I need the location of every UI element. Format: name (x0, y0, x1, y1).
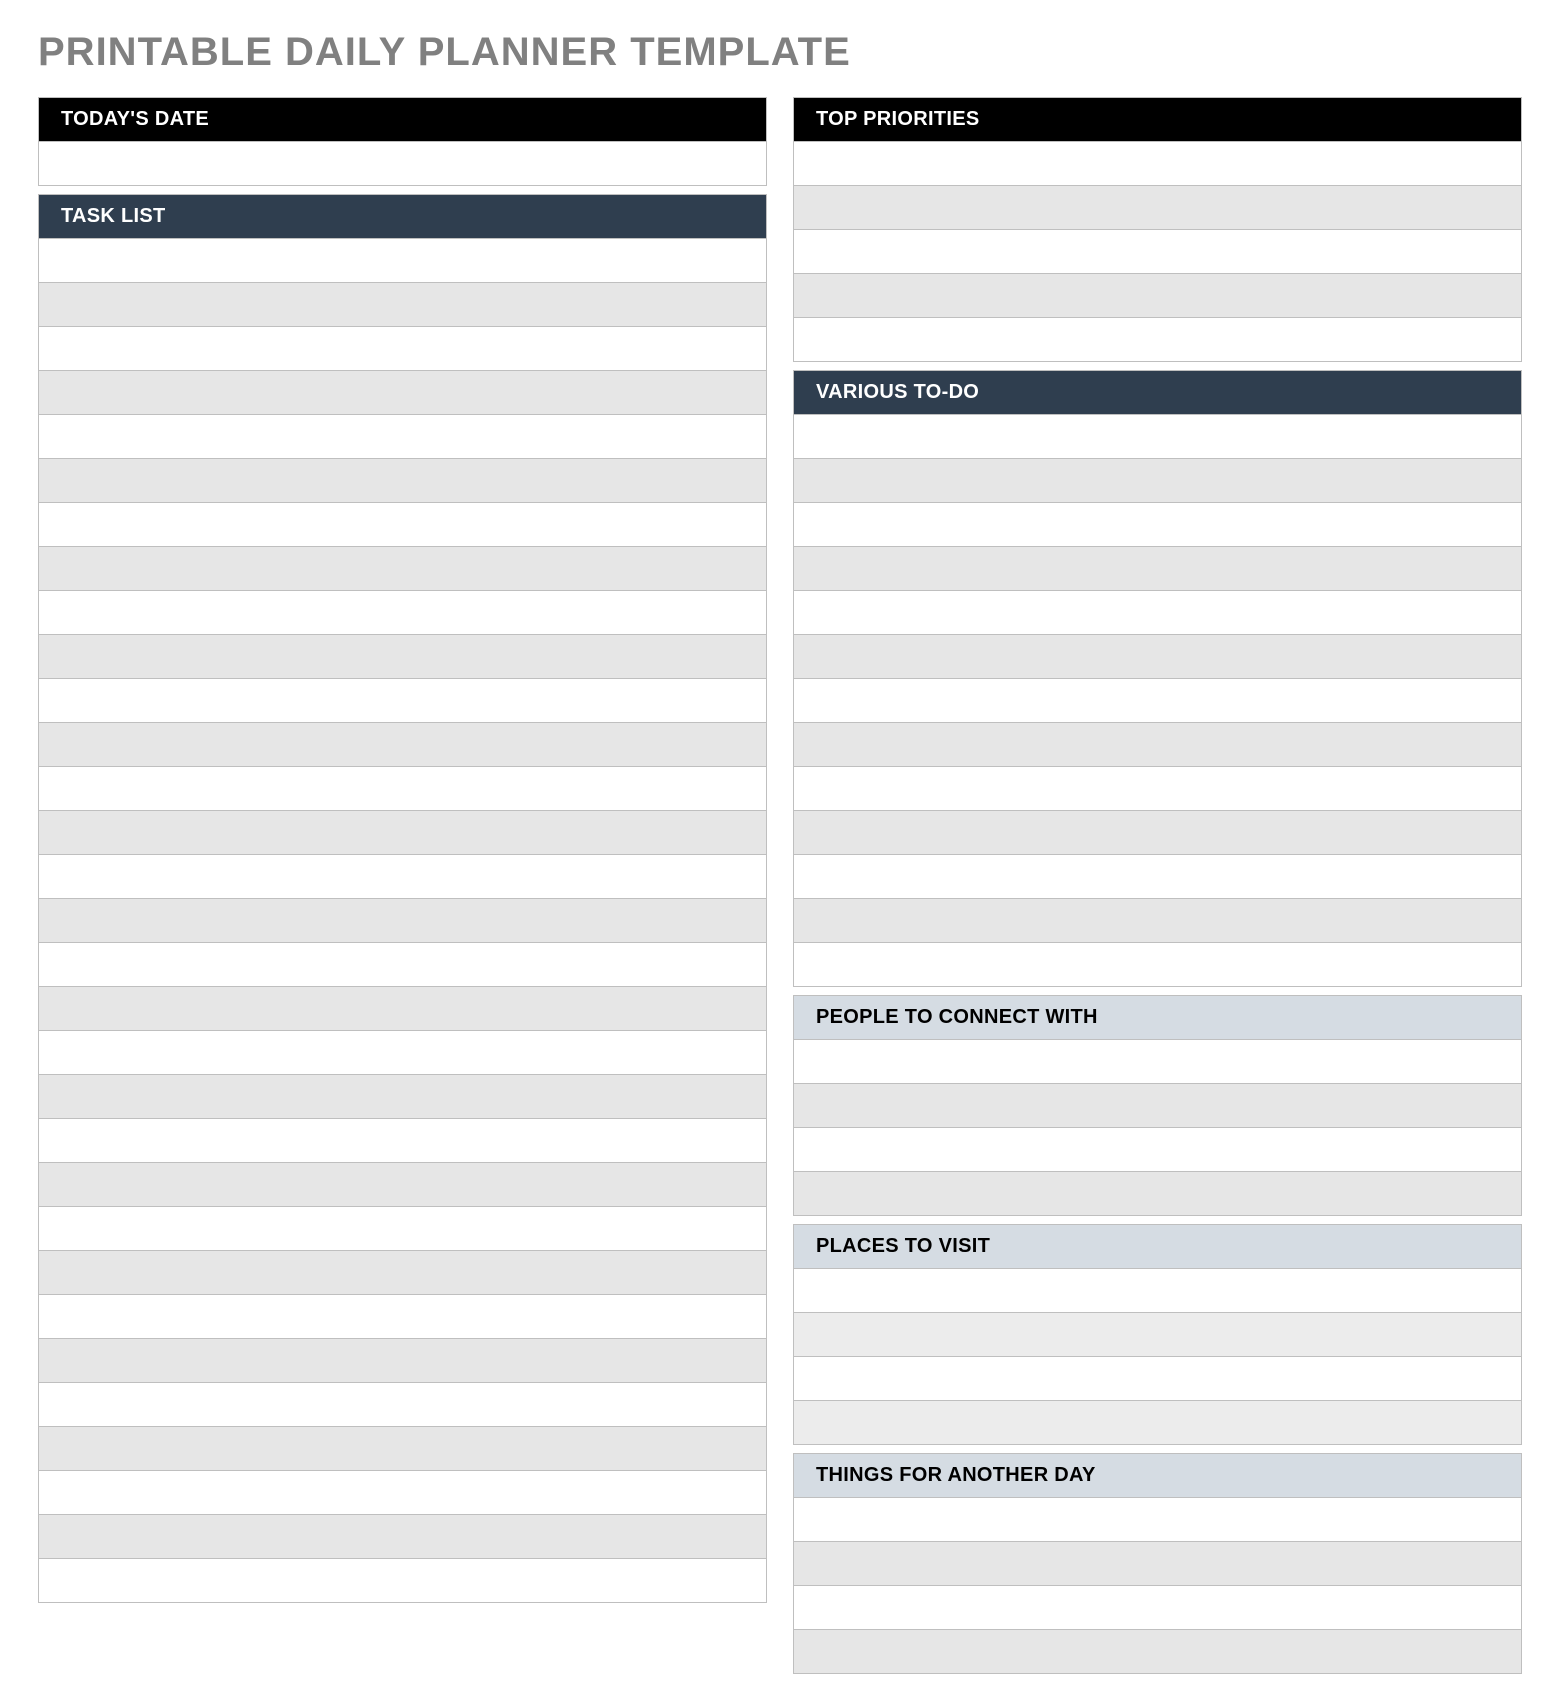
todo-row[interactable] (794, 415, 1521, 459)
todo-row[interactable] (794, 767, 1521, 811)
another-day-row[interactable] (794, 1542, 1521, 1586)
top-priorities-section: TOP PRIORITIES (793, 97, 1522, 362)
task-row[interactable] (39, 371, 766, 415)
people-row[interactable] (794, 1172, 1521, 1216)
task-row[interactable] (39, 943, 766, 987)
various-todo-header: VARIOUS TO-DO (794, 371, 1521, 415)
task-row[interactable] (39, 1119, 766, 1163)
another-day-section: THINGS FOR ANOTHER DAY (793, 1453, 1522, 1674)
task-row[interactable] (39, 1031, 766, 1075)
task-row[interactable] (39, 1383, 766, 1427)
people-row[interactable] (794, 1128, 1521, 1172)
task-list-header: TASK LIST (39, 195, 766, 239)
another-day-row[interactable] (794, 1498, 1521, 1542)
task-row[interactable] (39, 1251, 766, 1295)
another-day-row[interactable] (794, 1630, 1521, 1674)
task-row[interactable] (39, 1207, 766, 1251)
todo-row[interactable] (794, 635, 1521, 679)
todo-row[interactable] (794, 547, 1521, 591)
todo-row[interactable] (794, 679, 1521, 723)
task-row[interactable] (39, 1075, 766, 1119)
places-row[interactable] (794, 1313, 1521, 1357)
places-row[interactable] (794, 1357, 1521, 1401)
todo-row[interactable] (794, 899, 1521, 943)
page-title: PRINTABLE DAILY PLANNER TEMPLATE (38, 30, 1522, 75)
task-row[interactable] (39, 987, 766, 1031)
task-row[interactable] (39, 591, 766, 635)
places-row[interactable] (794, 1269, 1521, 1313)
task-row[interactable] (39, 767, 766, 811)
people-section: PEOPLE TO CONNECT WITH (793, 995, 1522, 1216)
task-list-section: TASK LIST (38, 194, 767, 1603)
todays-date-value[interactable] (39, 142, 766, 186)
task-row[interactable] (39, 547, 766, 591)
todo-row[interactable] (794, 723, 1521, 767)
task-row[interactable] (39, 1163, 766, 1207)
priority-row[interactable] (794, 142, 1521, 186)
places-section: PLACES TO VISIT (793, 1224, 1522, 1445)
todo-row[interactable] (794, 943, 1521, 987)
places-row[interactable] (794, 1401, 1521, 1445)
task-row[interactable] (39, 239, 766, 283)
task-row[interactable] (39, 635, 766, 679)
task-row[interactable] (39, 1295, 766, 1339)
task-row[interactable] (39, 283, 766, 327)
task-row[interactable] (39, 899, 766, 943)
priority-row[interactable] (794, 186, 1521, 230)
todo-row[interactable] (794, 503, 1521, 547)
todo-row[interactable] (794, 811, 1521, 855)
another-day-row[interactable] (794, 1586, 1521, 1630)
left-column: TODAY'S DATE TASK LIST (38, 97, 767, 1674)
top-priorities-header: TOP PRIORITIES (794, 98, 1521, 142)
todo-row[interactable] (794, 459, 1521, 503)
priority-row[interactable] (794, 274, 1521, 318)
priority-row[interactable] (794, 230, 1521, 274)
todo-row[interactable] (794, 855, 1521, 899)
right-column: TOP PRIORITIES VARIOUS TO-DO PEOPLE TO C (793, 97, 1522, 1674)
people-header: PEOPLE TO CONNECT WITH (794, 996, 1521, 1040)
places-header: PLACES TO VISIT (794, 1225, 1521, 1269)
task-row[interactable] (39, 811, 766, 855)
task-row[interactable] (39, 415, 766, 459)
todo-row[interactable] (794, 591, 1521, 635)
task-row[interactable] (39, 679, 766, 723)
todays-date-section: TODAY'S DATE (38, 97, 767, 186)
various-todo-section: VARIOUS TO-DO (793, 370, 1522, 987)
task-row[interactable] (39, 459, 766, 503)
task-row[interactable] (39, 1339, 766, 1383)
task-row[interactable] (39, 1515, 766, 1559)
priority-row[interactable] (794, 318, 1521, 362)
task-row[interactable] (39, 723, 766, 767)
task-row[interactable] (39, 503, 766, 547)
task-row[interactable] (39, 327, 766, 371)
planner-columns: TODAY'S DATE TASK LIST (38, 97, 1522, 1674)
another-day-header: THINGS FOR ANOTHER DAY (794, 1454, 1521, 1498)
todays-date-header: TODAY'S DATE (39, 98, 766, 142)
task-row[interactable] (39, 855, 766, 899)
task-row[interactable] (39, 1471, 766, 1515)
people-row[interactable] (794, 1084, 1521, 1128)
task-row[interactable] (39, 1427, 766, 1471)
people-row[interactable] (794, 1040, 1521, 1084)
task-row[interactable] (39, 1559, 766, 1603)
